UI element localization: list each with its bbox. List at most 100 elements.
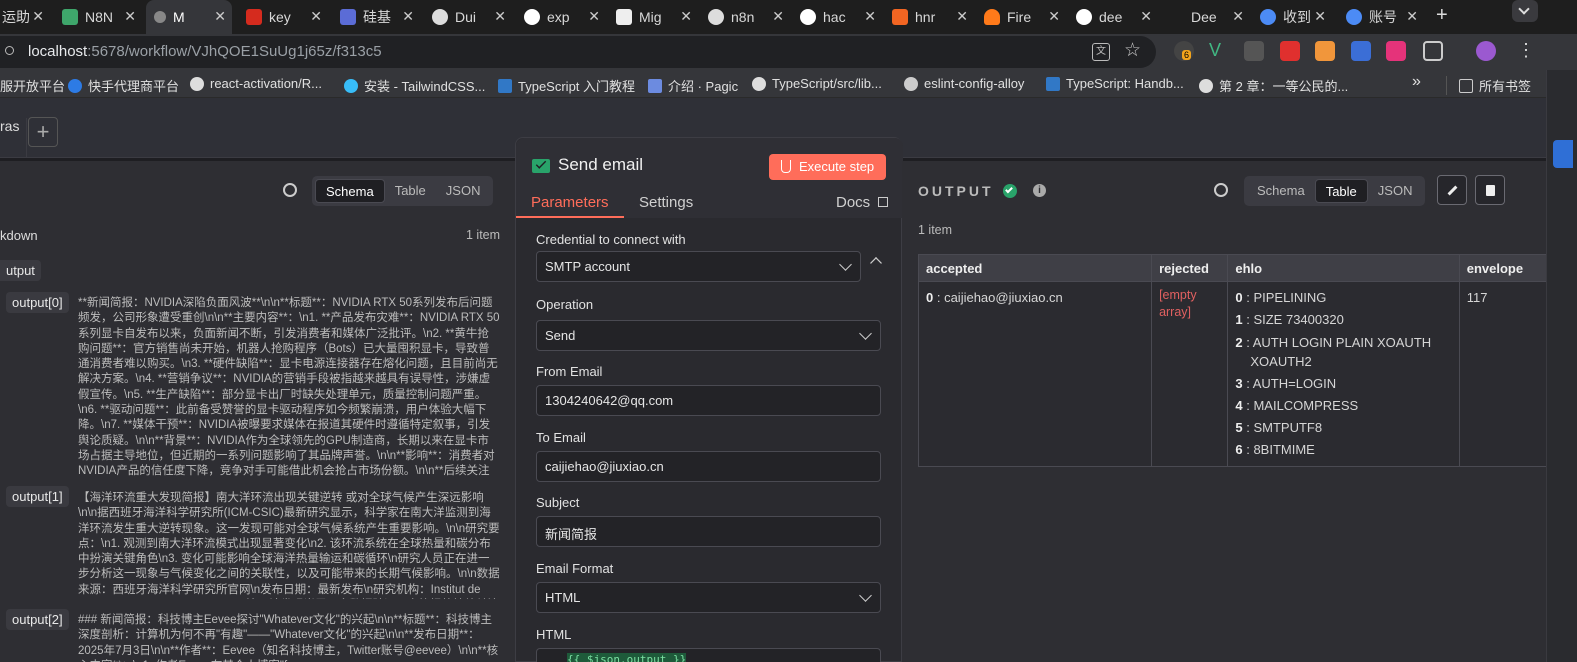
translate-extension-icon[interactable] xyxy=(1351,41,1371,61)
add-tab-button[interactable]: + xyxy=(28,117,58,147)
bookmark-item[interactable]: eslint-config-alloy xyxy=(904,76,1024,91)
browser-tab[interactable]: 运助 ✕ xyxy=(0,0,50,34)
browser-tab[interactable]: N8N ✕ xyxy=(54,0,142,34)
close-icon[interactable]: ✕ xyxy=(1048,8,1060,25)
bookmark-item[interactable]: 第 2 章：一等公民的... xyxy=(1199,76,1348,95)
bookmark-item[interactable]: TypeScript/src/lib... xyxy=(752,76,882,91)
browser-tab[interactable]: key ✕ xyxy=(238,0,328,34)
close-icon[interactable]: ✕ xyxy=(588,8,600,25)
more-bookmarks-button[interactable]: » xyxy=(1412,73,1421,91)
column-header[interactable]: ehlo xyxy=(1227,254,1460,282)
schema-item-label[interactable]: output[0] xyxy=(6,292,69,313)
bookmark-item[interactable]: 安装 - TailwindCSS... xyxy=(344,76,485,95)
close-icon[interactable]: ✕ xyxy=(310,8,322,25)
new-tab-button[interactable]: + xyxy=(1436,4,1448,27)
browser-tab[interactable]: dee ✕ xyxy=(1068,0,1158,34)
browser-tab[interactable]: Dui ✕ xyxy=(424,0,512,34)
browser-tab[interactable]: Dee ✕ xyxy=(1160,0,1250,34)
close-icon[interactable]: ✕ xyxy=(32,8,44,25)
view-json[interactable]: JSON xyxy=(436,179,491,203)
bookmark-item[interactable]: 介绍 · Pagic xyxy=(648,76,738,95)
pin-data-button[interactable] xyxy=(1475,175,1505,205)
operation-select[interactable]: Send xyxy=(536,320,881,351)
browser-tab[interactable]: 收到 ✕ xyxy=(1252,0,1332,34)
browser-tab[interactable]: Mig ✕ xyxy=(608,0,698,34)
close-icon[interactable]: ✕ xyxy=(1314,8,1326,25)
close-icon[interactable]: ✕ xyxy=(1140,8,1152,25)
edit-credential-icon[interactable] xyxy=(870,257,882,269)
search-icon[interactable] xyxy=(283,183,297,197)
view-json[interactable]: JSON xyxy=(1368,179,1423,203)
view-table[interactable]: Table xyxy=(385,179,436,203)
credential-select[interactable]: SMTP account xyxy=(536,251,861,282)
extension-icon[interactable] xyxy=(1386,41,1406,61)
browser-tab[interactable]: hnr ✕ xyxy=(884,0,974,34)
fire-icon xyxy=(984,9,1000,25)
edit-output-button[interactable] xyxy=(1437,175,1467,205)
close-icon[interactable]: ✕ xyxy=(864,8,876,25)
close-icon[interactable]: ✕ xyxy=(956,8,968,25)
translate-icon[interactable]: 文 xyxy=(1092,43,1110,61)
node-title[interactable]: Send email xyxy=(558,155,643,175)
subject-input[interactable]: 新闻简报 xyxy=(536,516,881,547)
all-bookmarks-folder[interactable]: 所有书签 xyxy=(1446,76,1531,95)
tab-settings[interactable]: Settings xyxy=(639,194,693,211)
browser-tab-active[interactable]: M ✕ xyxy=(146,0,232,34)
profile-avatar[interactable] xyxy=(1476,41,1496,61)
bookmark-item[interactable]: TypeScript 入门教程 xyxy=(498,76,635,95)
bookmark-item[interactable]: react-activation/R... xyxy=(190,76,322,91)
info-icon[interactable] xyxy=(5,46,14,55)
list-item: 2 : AUTH LOGIN PLAIN XOAUTH XOAUTH2 xyxy=(1235,335,1432,369)
bookmark-item[interactable]: 快手代理商平台 xyxy=(68,76,179,95)
close-icon[interactable]: ✕ xyxy=(1406,8,1418,25)
browser-tab[interactable]: 硅基 ✕ xyxy=(332,0,420,34)
schema-item-label[interactable]: output[2] xyxy=(6,609,69,630)
tab-title: dee xyxy=(1099,9,1123,25)
execute-step-button[interactable]: Execute step xyxy=(769,154,886,180)
view-schema[interactable]: Schema xyxy=(1247,179,1315,203)
search-icon[interactable] xyxy=(1214,183,1228,197)
close-icon[interactable]: ✕ xyxy=(1232,8,1244,25)
tab-parameters[interactable]: Parameters xyxy=(531,194,609,211)
view-table[interactable]: Table xyxy=(1314,179,1368,203)
item-value: SIZE 73400320 xyxy=(1253,312,1344,327)
from-email-input[interactable]: 1304240642@qq.com xyxy=(536,385,881,416)
browser-tab[interactable]: hac ✕ xyxy=(792,0,882,34)
docs-link[interactable]: Docs xyxy=(836,194,889,211)
to-email-input[interactable]: caijiehao@jiuxiao.cn xyxy=(536,451,881,482)
bookmark-item[interactable]: TypeScript: Handb... xyxy=(1046,76,1184,91)
html-expression-input[interactable]: {{ $json.output }} xyxy=(536,648,881,662)
extension-icon[interactable] xyxy=(1315,41,1335,61)
address-bar[interactable]: localhost:5678/workflow/VJhQOE1SuUg1j65z… xyxy=(0,36,1156,68)
close-icon[interactable]: ✕ xyxy=(124,8,136,25)
more-menu-icon[interactable]: ⋮ xyxy=(1517,40,1535,61)
workflow-tab-title[interactable]: ras xyxy=(0,118,19,134)
extension-icon[interactable] xyxy=(1244,41,1264,61)
column-header[interactable]: accepted xyxy=(917,254,1153,282)
browser-tab[interactable]: Fire ✕ xyxy=(976,0,1066,34)
info-icon[interactable]: i xyxy=(1033,184,1046,197)
schema-item-label[interactable]: output[1] xyxy=(6,486,69,507)
email-format-select[interactable]: HTML xyxy=(536,582,881,613)
schema-field-output[interactable]: utput xyxy=(0,260,41,281)
browser-tab[interactable]: 账号 ✕ xyxy=(1338,0,1424,34)
view-schema[interactable]: Schema xyxy=(315,179,385,203)
extensions-puzzle-icon[interactable] xyxy=(1423,41,1443,61)
vue-devtools-icon[interactable]: V xyxy=(1209,41,1229,61)
column-header[interactable]: rejected xyxy=(1151,254,1229,282)
close-icon[interactable]: ✕ xyxy=(772,8,784,25)
browser-tab[interactable]: n8n ✕ xyxy=(700,0,790,34)
extension-icon[interactable] xyxy=(1280,41,1300,61)
close-icon[interactable]: ✕ xyxy=(494,8,506,25)
browser-tab[interactable]: exp ✕ xyxy=(516,0,606,34)
email-format-value: HTML xyxy=(545,590,581,605)
close-icon[interactable]: ✕ xyxy=(214,8,226,25)
bookmark-star-icon[interactable]: ☆ xyxy=(1124,39,1141,62)
extension-icon[interactable]: 6 xyxy=(1174,41,1194,61)
side-panel-tab[interactable] xyxy=(1553,140,1573,168)
tab-search-button[interactable] xyxy=(1512,0,1538,22)
url-text[interactable]: localhost:5678/workflow/VJhQOE1SuUg1j65z… xyxy=(28,43,382,60)
bookmark-item[interactable]: 服开放平台 xyxy=(0,76,65,95)
close-icon[interactable]: ✕ xyxy=(402,8,414,25)
close-icon[interactable]: ✕ xyxy=(680,8,692,25)
